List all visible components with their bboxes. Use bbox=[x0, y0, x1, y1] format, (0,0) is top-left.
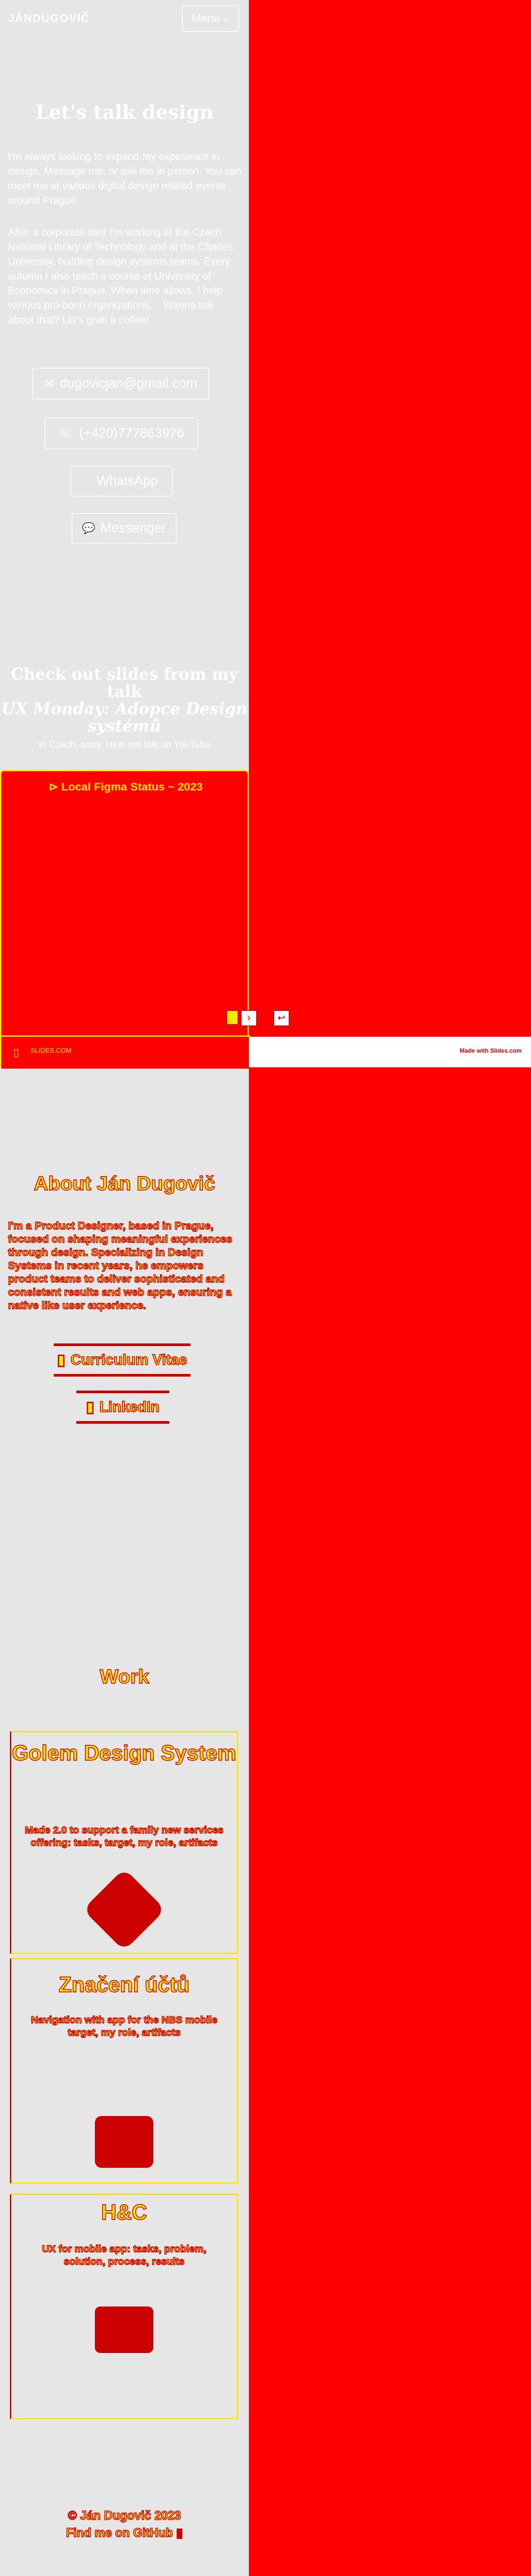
cv-label: Curriculum Vitae bbox=[70, 1351, 188, 1368]
work-card-subtitle: Made 2.0 to support a family new service… bbox=[25, 1824, 224, 1849]
slides-made-with[interactable]: Made with Slides.com bbox=[459, 1047, 522, 1054]
work-card-title: Značení účtů bbox=[58, 1972, 190, 1997]
work-card-title: Golem Design System bbox=[11, 1741, 236, 1765]
chevron-down-icon: ⌄ bbox=[222, 14, 230, 23]
slides-title: Check out slides from my talk UX Monday:… bbox=[0, 666, 249, 735]
email-label: dugovicjan@gmail.com bbox=[60, 376, 198, 391]
whatsapp-button[interactable]: ◌ WhatsApp bbox=[70, 466, 173, 496]
slides-next-button[interactable]: › bbox=[241, 1010, 257, 1026]
work-card-subtitle: UX for mobile app: tasks, problem, solut… bbox=[42, 2243, 207, 2267]
document-icon: ▮ bbox=[57, 1351, 66, 1368]
slides-nav-icon[interactable] bbox=[226, 1010, 238, 1025]
slides-title-line1: Check out slides from my talk bbox=[11, 664, 238, 701]
whatsapp-icon: ◌ bbox=[85, 475, 92, 487]
work-title: Work bbox=[100, 1665, 150, 1688]
about-title: About Ján Dugovič bbox=[33, 1172, 216, 1195]
work-card-znaceni[interactable]: Značení účtů Navigation with app for the… bbox=[10, 1958, 238, 2184]
linkedin-icon: ▮ bbox=[86, 1398, 94, 1415]
about-text: I'm a Product Designer, based in Prague,… bbox=[7, 1220, 232, 1312]
contact-about: After a corporate stint I'm working at t… bbox=[8, 227, 236, 326]
messenger-label: Messenger bbox=[100, 520, 167, 536]
slides-brand[interactable]: SLIDES.COM bbox=[31, 1047, 72, 1055]
menu-label: Menu bbox=[191, 12, 220, 25]
work-card-title: H&C bbox=[101, 2200, 148, 2224]
hc-logo-icon bbox=[95, 2307, 153, 2353]
golem-logo-icon bbox=[82, 1868, 166, 1951]
phone-icon: ☏ bbox=[58, 426, 74, 440]
mail-icon: ✉ bbox=[44, 376, 55, 390]
footer-copyright: © Ján Dugovič 2023 bbox=[68, 2508, 182, 2522]
linkedin-button[interactable]: ▮ LinkedIn bbox=[76, 1391, 169, 1424]
site-logo[interactable]: JÁNDUGOVIČ bbox=[8, 12, 90, 25]
contact-intro: I'm always looking to expand my experien… bbox=[8, 151, 242, 206]
linkedin-label: LinkedIn bbox=[99, 1398, 160, 1415]
messenger-icon: 💬 bbox=[82, 523, 96, 534]
work-card-hc[interactable]: H&C UX for mobile app: tasks, problem, s… bbox=[10, 2194, 238, 2419]
slides-back-button[interactable]: ↩ bbox=[273, 1010, 289, 1026]
slides-embed[interactable]: ⊳ Local Figma Status ~ 2023 › ↩ ▯ SLIDES… bbox=[0, 770, 289, 1069]
footer-tagline-text[interactable]: Find me on GitHub bbox=[66, 2526, 173, 2539]
messenger-button[interactable]: 💬 Messenger bbox=[72, 513, 177, 544]
bank-building-icon bbox=[95, 2116, 153, 2168]
slides-title-line2: UX Monday: Adopce Design systémů bbox=[1, 699, 248, 735]
slides-footer-bar: Made with Slides.com bbox=[249, 1037, 531, 1067]
slides-note: In Czech, sorry. Hear me talk on YouTube bbox=[38, 739, 210, 749]
footer-tagline: Find me on GitHub ▮ bbox=[0, 2526, 249, 2540]
phone-label: (+420)777863976 bbox=[79, 425, 185, 441]
menu-button[interactable]: Menu ⌄ bbox=[182, 5, 239, 32]
github-icon[interactable]: ▮ bbox=[176, 2526, 183, 2539]
slides-logo-icon: ▯ bbox=[13, 1047, 19, 1059]
email-button[interactable]: ✉ dugovicjan@gmail.com bbox=[33, 368, 209, 400]
cv-button[interactable]: ▮ Curriculum Vitae bbox=[54, 1343, 190, 1377]
work-card-subtitle: Navigation with app for the NBS mobile t… bbox=[31, 2014, 218, 2038]
contact-title: Let's talk design bbox=[35, 101, 214, 123]
slides-footer: ▯ SLIDES.COM bbox=[1, 1035, 250, 1069]
phone-button[interactable]: ☏ (+420)777863976 bbox=[44, 417, 198, 449]
slides-embed-title: ⊳ Local Figma Status ~ 2023 bbox=[48, 781, 203, 793]
whatsapp-label: WhatsApp bbox=[96, 473, 158, 489]
work-card-golem[interactable]: Golem Design System Made 2.0 to support … bbox=[10, 1731, 238, 1954]
